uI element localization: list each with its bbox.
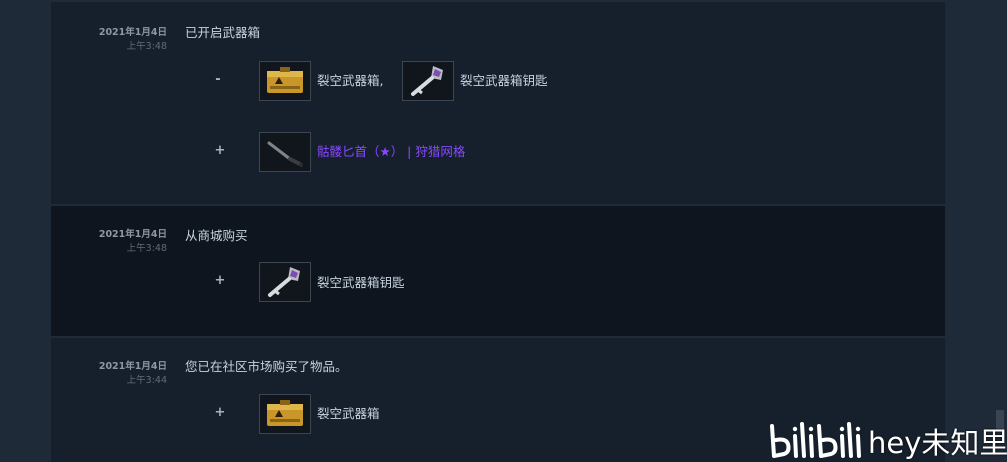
- history-entry: 2021年1月4日 上午3:48 已开启武器箱 - 裂空武器箱, 裂空武器箱钥匙…: [51, 2, 945, 204]
- entry-date: 2021年1月4日: [98, 361, 167, 372]
- entry-date: 2021年1月4日: [98, 27, 167, 38]
- history-entry: 2021年1月4日 上午3:48 从商城购买 + 裂空武器箱钥匙: [51, 206, 945, 336]
- entry-date: 2021年1月4日: [98, 229, 167, 240]
- item-name[interactable]: 裂空武器箱,: [317, 73, 383, 89]
- item-name[interactable]: 裂空武器箱钥匙: [317, 275, 405, 291]
- added-sign: +: [214, 273, 226, 288]
- bilibili-logo-icon: [770, 422, 861, 458]
- inventory-history-list: 2021年1月4日 上午3:48 已开启武器箱 - 裂空武器箱, 裂空武器箱钥匙…: [51, 0, 945, 462]
- right-gutter: [945, 0, 1007, 462]
- case-key-icon[interactable]: [402, 61, 454, 101]
- item-name[interactable]: 骷髅匕首（★） | 狩猎网格: [317, 144, 465, 160]
- removed-sign: -: [215, 72, 221, 87]
- weapon-case-icon[interactable]: [259, 61, 311, 101]
- left-gutter: [0, 0, 51, 462]
- case-key-icon[interactable]: [259, 262, 311, 302]
- bilibili-watermark: hey未知里: [768, 418, 1007, 462]
- knife-icon[interactable]: [259, 132, 311, 172]
- entry-description: 从商城购买: [185, 228, 248, 243]
- weapon-case-icon[interactable]: [259, 394, 311, 434]
- entry-time: 上午3:44: [126, 375, 167, 386]
- entry-time: 上午3:48: [126, 41, 167, 52]
- entry-description: 您已在社区市场购买了物品。: [185, 359, 348, 374]
- item-name[interactable]: 裂空武器箱钥匙: [460, 73, 548, 89]
- item-name[interactable]: 裂空武器箱: [317, 406, 380, 422]
- watermark-text: hey未知里: [868, 426, 1007, 460]
- added-sign: +: [214, 143, 226, 158]
- inventory-history-page: 2021年1月4日 上午3:48 已开启武器箱 - 裂空武器箱, 裂空武器箱钥匙…: [0, 0, 1007, 462]
- entry-description: 已开启武器箱: [185, 25, 261, 40]
- entry-time: 上午3:48: [126, 243, 167, 254]
- added-sign: +: [214, 405, 226, 420]
